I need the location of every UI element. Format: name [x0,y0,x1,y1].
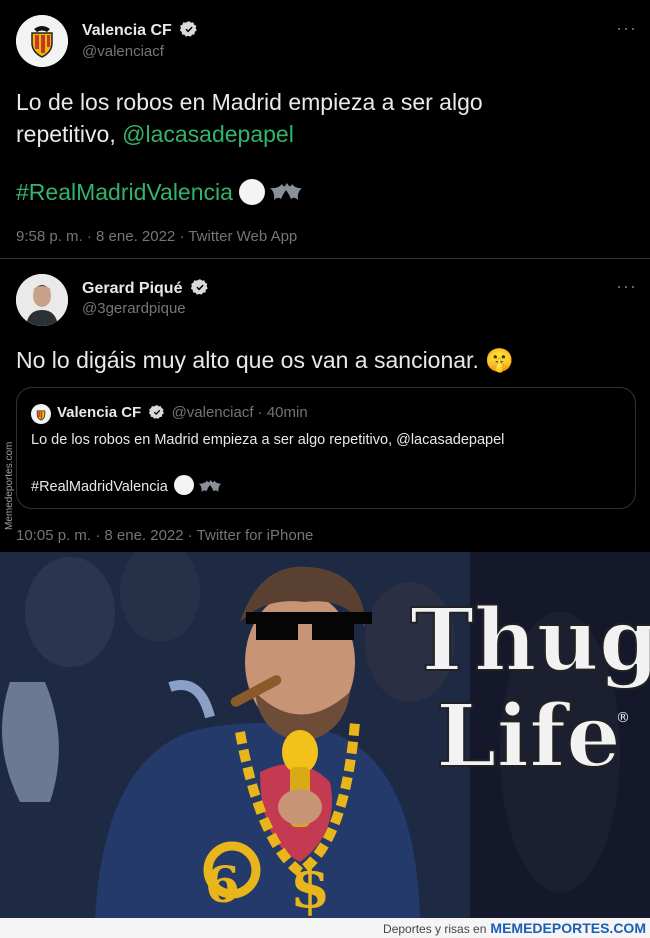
mention-link[interactable]: @lacasadepapel [122,121,294,147]
verified-badge-icon [180,21,198,37]
valencia-name[interactable]: Valencia CF [82,20,198,40]
side-watermark: Memedeportes.com [4,441,15,530]
tweet-text: No lo digáis muy alto que os van a sanci… [16,347,514,373]
quoted-tweet[interactable]: Valencia CF @valenciacf · 40min Lo de lo… [16,387,636,509]
registered-mark: ® [616,710,630,726]
valencia-crest-icon [16,15,68,67]
pique-avatar[interactable] [16,274,68,326]
verified-badge-icon [190,279,208,295]
valencia-avatar-small [31,404,51,424]
quoted-text: Lo de los robos en Madrid empieza a ser … [31,432,505,448]
hashtag-line: #RealMadridValencia [16,176,303,208]
tweet-timestamp[interactable]: 10:05 p. m. · 8 ene. 2022 · Twitter for … [16,527,313,544]
bat-icon [198,479,222,492]
footer-watermark: Deportes y risas en MEMEDEPORTES.COM [0,918,650,938]
gold-six: 6 [205,855,240,914]
life-text: Life [436,686,621,787]
tweet-valencia: Valencia CF @valenciacf ··· Lo de los ro… [0,0,650,258]
memedeportes-logo[interactable]: MEMEDEPORTES.COM [490,920,646,936]
thug-life-meme-image: 6 $ Thug Life ® [0,552,650,918]
more-options-icon[interactable]: ··· [616,18,637,39]
valencia-avatar[interactable] [16,15,68,67]
quoted-author: Valencia CF @valenciacf · 40min [57,404,308,421]
white-circle-icon [173,475,194,495]
bat-icon [269,183,302,200]
shushing-face-icon: 🤫 [485,347,514,373]
valencia-crest-icon [36,410,46,421]
pique-photo [16,274,68,326]
more-options-icon[interactable]: ··· [616,276,637,297]
tweet-timestamp[interactable]: 9:58 p. m. · 8 ene. 2022 · Twitter Web A… [16,228,297,245]
tweet-text: Lo de los robos en Madrid empieza a ser … [16,89,483,147]
quoted-hashtag-line: #RealMadridValencia [31,475,222,495]
pique-name[interactable]: Gerard Piqué [82,278,209,298]
white-circle-icon [238,179,265,205]
meme-illustration: 6 $ Thug Life ® [0,552,650,918]
pique-handle[interactable]: @3gerardpique [82,300,186,317]
gold-dollar: $ [290,853,330,918]
valencia-handle[interactable]: @valenciacf [82,43,164,60]
verified-badge-icon [149,405,165,419]
hashtag-link[interactable]: #RealMadridValencia [16,179,233,205]
thug-text: Thug [410,590,650,691]
